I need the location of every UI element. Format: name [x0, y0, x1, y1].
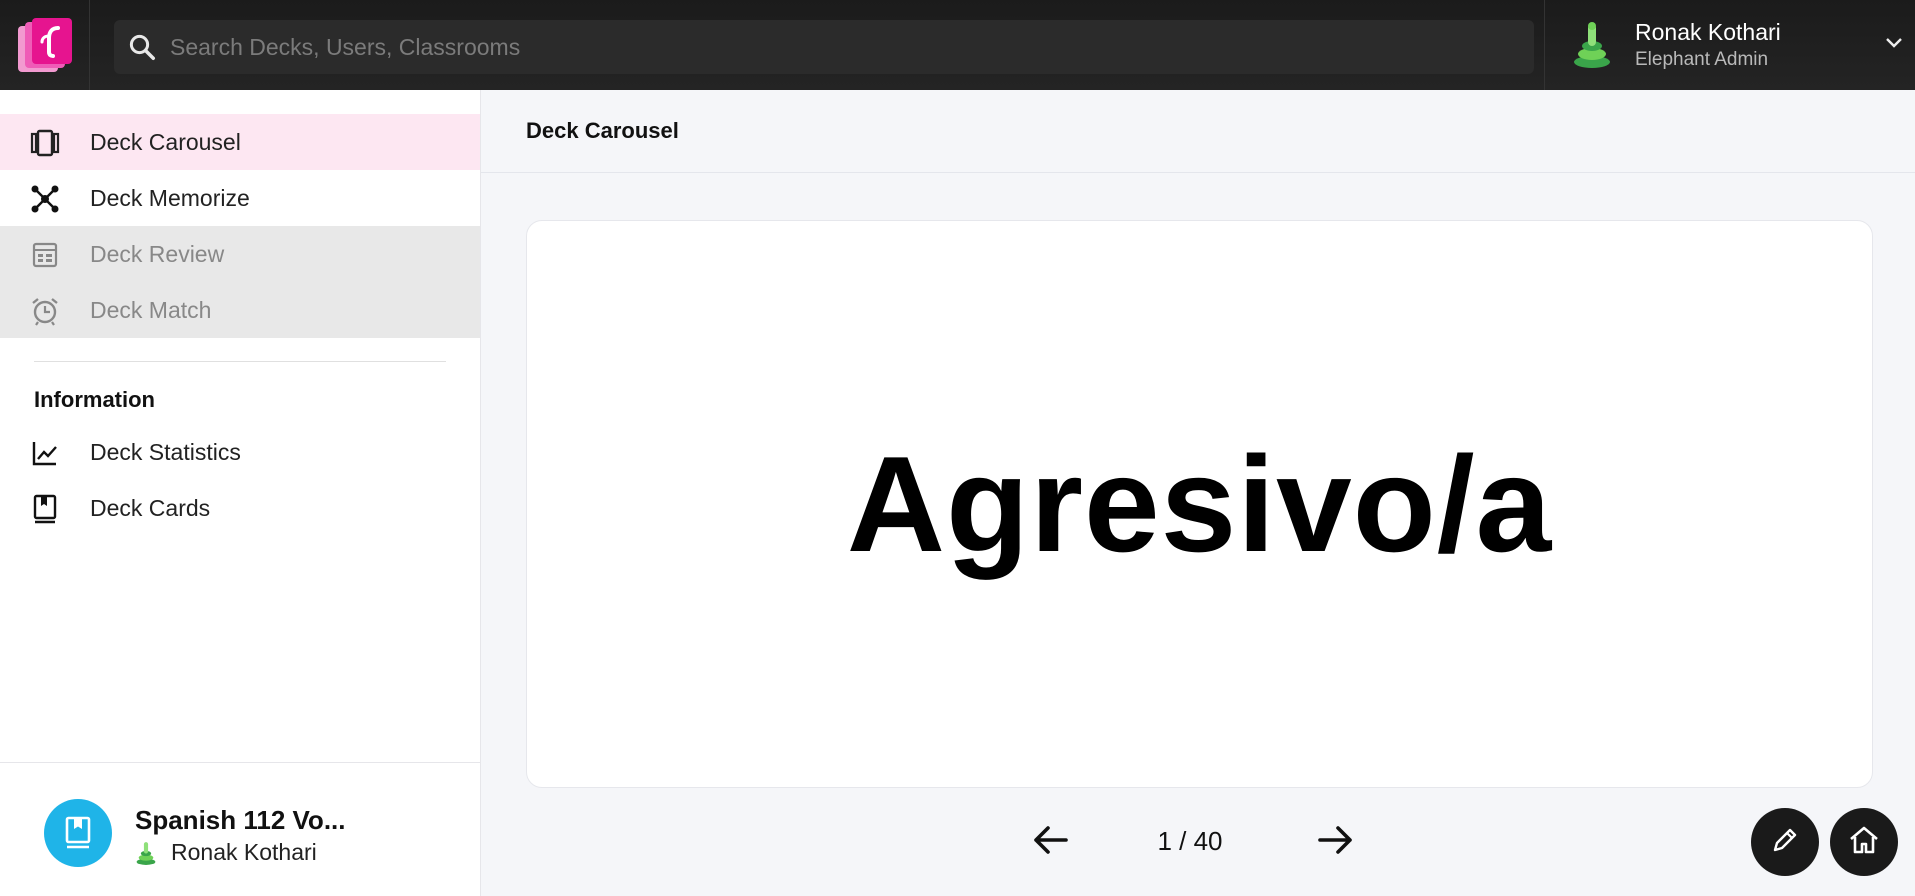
sidebar-item-label: Deck Cards [90, 494, 211, 521]
sidebar-item-deck-cards[interactable]: Deck Cards [0, 480, 480, 536]
deck-book-icon [44, 799, 112, 867]
sidebar-item-deck-statistics[interactable]: Deck Statistics [0, 424, 480, 480]
deck-owner: Ronak Kothari [135, 839, 317, 866]
next-card-button[interactable] [1312, 819, 1360, 865]
sidebar-item-label: Deck Memorize [90, 184, 250, 211]
sidebar-item-deck-carousel[interactable]: Deck Carousel [0, 114, 480, 170]
page-title: Deck Carousel [526, 118, 679, 143]
sidebar: Deck Carousel Deck Memorize Deck Review … [0, 90, 481, 896]
sidebar-item-label: Deck Statistics [90, 438, 241, 465]
search-bar[interactable] [114, 20, 1534, 74]
app-logo[interactable] [0, 0, 90, 90]
elephant-logo-icon [17, 18, 72, 72]
network-icon [30, 184, 60, 214]
top-bar: Ronak Kothari Elephant Admin [0, 0, 1915, 90]
user-menu[interactable]: Ronak Kothari Elephant Admin [1544, 0, 1915, 90]
bookmark-book-icon [30, 494, 60, 524]
carousel-icon [30, 128, 60, 158]
edit-button[interactable] [1751, 808, 1819, 876]
user-avatar-icon [1571, 20, 1613, 70]
calendar-icon [30, 240, 60, 270]
chevron-down-icon[interactable] [1885, 36, 1903, 54]
flashcard-text: Agresivo/a [846, 428, 1553, 580]
sidebar-item-label: Deck Match [90, 296, 212, 323]
sidebar-divider [34, 361, 446, 362]
deck-name: Spanish 112 Vo... [135, 805, 346, 835]
user-name: Ronak Kothari [1635, 19, 1781, 45]
deck-owner-name: Ronak Kothari [171, 839, 317, 865]
owner-avatar-icon [135, 840, 157, 866]
section-title-information: Information [34, 387, 155, 412]
home-icon [1847, 824, 1881, 861]
sidebar-item-deck-match[interactable]: Deck Match [0, 282, 480, 338]
page-counter: 1 / 40 [1157, 826, 1223, 856]
pencil-icon [1769, 824, 1801, 861]
home-button[interactable] [1830, 808, 1898, 876]
search-icon [114, 20, 170, 74]
alarm-clock-icon [30, 296, 60, 326]
previous-card-button[interactable] [1026, 819, 1074, 865]
flashcard[interactable]: Agresivo/a [526, 220, 1873, 788]
sidebar-item-deck-memorize[interactable]: Deck Memorize [0, 170, 480, 226]
search-input[interactable] [170, 33, 1470, 61]
arrow-left-icon [1030, 824, 1070, 861]
sidebar-item-label: Deck Carousel [90, 128, 241, 155]
line-chart-icon [30, 438, 60, 468]
sidebar-item-label: Deck Review [90, 240, 225, 267]
arrow-right-icon [1316, 824, 1356, 861]
current-deck-panel[interactable]: Spanish 112 Vo... Ronak Kothari [0, 762, 480, 896]
main-header: Deck Carousel [481, 90, 1915, 173]
sidebar-item-deck-review[interactable]: Deck Review [0, 226, 480, 282]
user-role: Elephant Admin [1635, 49, 1769, 70]
